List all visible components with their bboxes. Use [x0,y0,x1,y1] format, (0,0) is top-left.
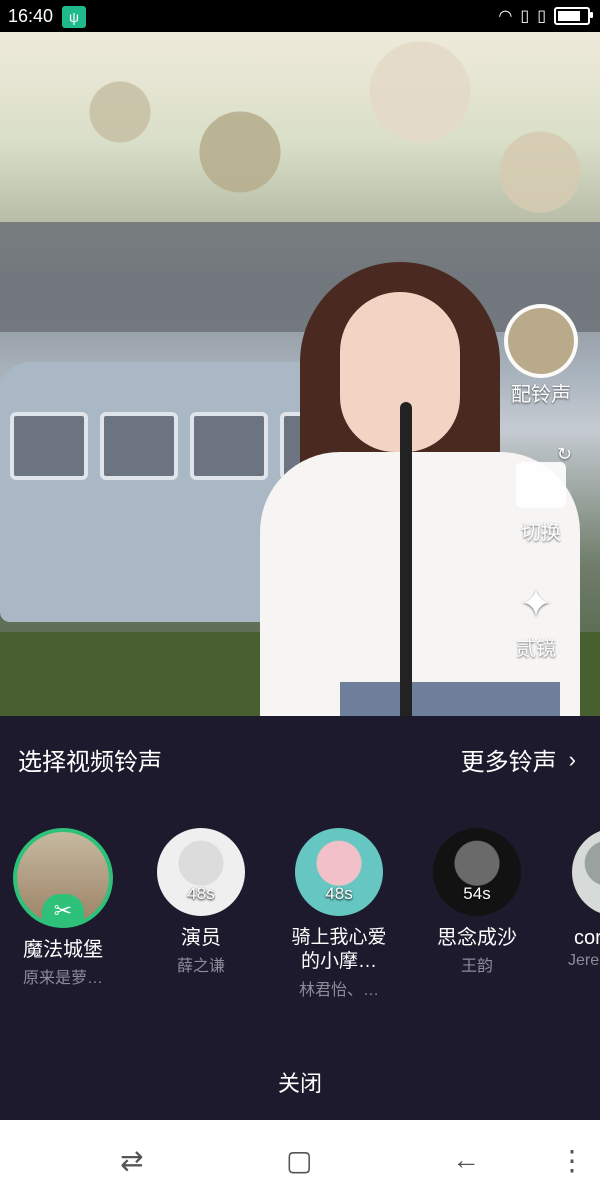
song-title: 演员 [181,927,221,949]
set-ringtone-label: 配铃声 [511,384,571,406]
ringtone-avatar-icon [504,304,578,378]
sim2-icon: ▯ [537,8,546,25]
switch-apps-icon[interactable]: ⇄ [120,1144,143,1177]
song-cover: ✂ [13,828,113,928]
ringtone-sheet: 选择视频铃声 更多铃声 › ✂ 魔法城堡 原来是萝… 48s 演员 薛之谦 48… [0,716,600,1120]
wifi-icon: ◠ [498,8,513,25]
microphone-stand [400,402,412,716]
more-ringtones-label: 更多铃声 [460,749,557,776]
usb-icon: ψ [62,6,86,28]
song-item[interactable]: 54s 思念成沙 王韵 [422,828,532,976]
navigation-bar: ⇄ ▢ ← ⋮ [0,1120,600,1200]
set-ringtone-button[interactable]: 配铃声 [504,304,578,407]
magic-wand-icon: ✦ [519,582,553,626]
song-artist: Jere [568,952,600,969]
song-duration: 48s [187,884,215,903]
song-title: 骑上我心爱的小摩… [291,927,387,972]
sheet-title: 选择视频铃声 [18,749,162,776]
menu-dots-icon[interactable]: ⋮ [558,1144,586,1177]
song-duration: 48s [325,884,353,903]
sim1-icon: ▯ [520,8,530,25]
switch-icon [516,444,572,508]
back-arrow-icon[interactable]: ← [452,1144,480,1176]
effects-button[interactable]: ✦ 贰镜 [516,582,556,661]
song-artist: 原来是萝… [22,970,103,987]
effects-label: 贰镜 [516,638,556,660]
more-ringtones-link[interactable]: 更多铃声 › [461,742,576,777]
status-time: 16:40 [8,6,54,26]
background-trees [0,32,600,232]
song-cover: 48s [157,828,245,916]
song-cover [572,828,600,916]
status-bar: 16:40 ψ ◠ ▯ ▯ [0,0,600,32]
song-artist: 王韵 [460,958,493,975]
song-title: 魔法城堡 [23,939,103,961]
switch-label: 切换 [521,522,561,544]
video-preview[interactable]: 配铃声 切换 ✦ 贰镜 [0,32,600,716]
home-square-icon[interactable]: ▢ [286,1144,312,1177]
song-item[interactable]: 48s 演员 薛之谦 [146,828,256,976]
song-item[interactable]: ✂ 魔法城堡 原来是萝… [8,828,118,988]
song-artist: 林君怡、… [298,982,379,999]
scissors-icon[interactable]: ✂ [42,894,84,924]
status-icons: ◠ ▯ ▯ [498,6,593,26]
song-cover: 48s [295,828,383,916]
chevron-right-icon: › [568,746,576,772]
song-artist: 薛之谦 [176,958,225,975]
song-title: 思念成沙 [437,927,517,949]
close-button[interactable]: 关闭 [0,1066,600,1098]
song-item[interactable]: cor Jere [560,828,600,970]
song-item[interactable]: 48s 骑上我心爱的小摩… 林君怡、… [284,828,394,1000]
song-title: cor [574,927,600,949]
song-duration: 54s [463,884,491,903]
battery-icon [554,7,593,25]
song-cover: 54s [433,828,521,916]
switch-button[interactable]: 切换 [516,444,572,545]
